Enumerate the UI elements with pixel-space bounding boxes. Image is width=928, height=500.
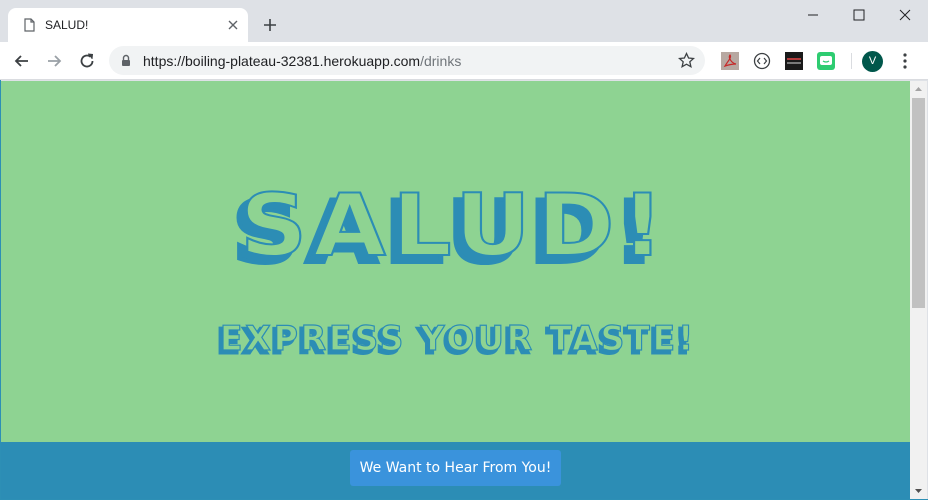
hero-title-face: SALUD! (240, 177, 670, 276)
page-viewport: SALUD! SALUD! EXPRESS YOUR TASTE! EXPRES… (1, 81, 910, 499)
url-text[interactable]: https://boiling-plateau-32381.herokuapp.… (143, 53, 461, 69)
scroll-up-arrow-icon[interactable] (910, 81, 927, 98)
page-icon (24, 18, 35, 32)
url-path: /drinks (420, 53, 462, 69)
title-bar: SALUD! (0, 0, 928, 42)
pdf-icon[interactable] (721, 52, 739, 70)
address-bar[interactable]: https://boiling-plateau-32381.herokuapp.… (109, 46, 705, 75)
hero-title: SALUD! SALUD! (230, 177, 670, 277)
hero-subtitle-face: EXPRESS YOUR TASTE! (220, 319, 696, 359)
reload-icon[interactable] (77, 51, 97, 71)
new-tab-plus-icon[interactable] (260, 15, 280, 35)
green-chat-icon[interactable] (817, 52, 835, 70)
profile-avatar[interactable]: V (862, 51, 883, 72)
circle-code-icon[interactable] (753, 52, 771, 70)
tab-title: SALUD! (45, 18, 89, 32)
browser-tab[interactable]: SALUD! (8, 8, 248, 42)
forward-arrow-icon[interactable] (44, 51, 64, 71)
footer-bar: We Want to Hear From You! (1, 442, 910, 499)
back-arrow-icon[interactable] (12, 51, 32, 71)
close-icon[interactable] (226, 18, 240, 32)
window-close-icon[interactable] (882, 0, 928, 30)
hero-subtitle: EXPRESS YOUR TASTE! EXPRESS YOUR TASTE! (216, 318, 696, 363)
feedback-button[interactable]: We Want to Hear From You! (350, 450, 561, 486)
window-frame-left (0, 80, 1, 500)
bookmark-star-icon[interactable] (678, 52, 695, 69)
scroll-down-arrow-icon[interactable] (910, 482, 927, 499)
kebab-menu-icon[interactable] (897, 52, 913, 70)
dark-extension-icon[interactable] (785, 52, 803, 70)
maximize-icon[interactable] (836, 0, 882, 30)
lock-icon (122, 54, 130, 66)
url-host: https://boiling-plateau-32381.herokuapp.… (143, 53, 421, 69)
browser-toolbar: https://boiling-plateau-32381.herokuapp.… (0, 42, 928, 80)
toolbar-separator (851, 53, 852, 69)
minimize-icon[interactable] (790, 0, 836, 30)
scroll-thumb[interactable] (912, 98, 925, 308)
page-scrollbar[interactable] (910, 81, 927, 499)
